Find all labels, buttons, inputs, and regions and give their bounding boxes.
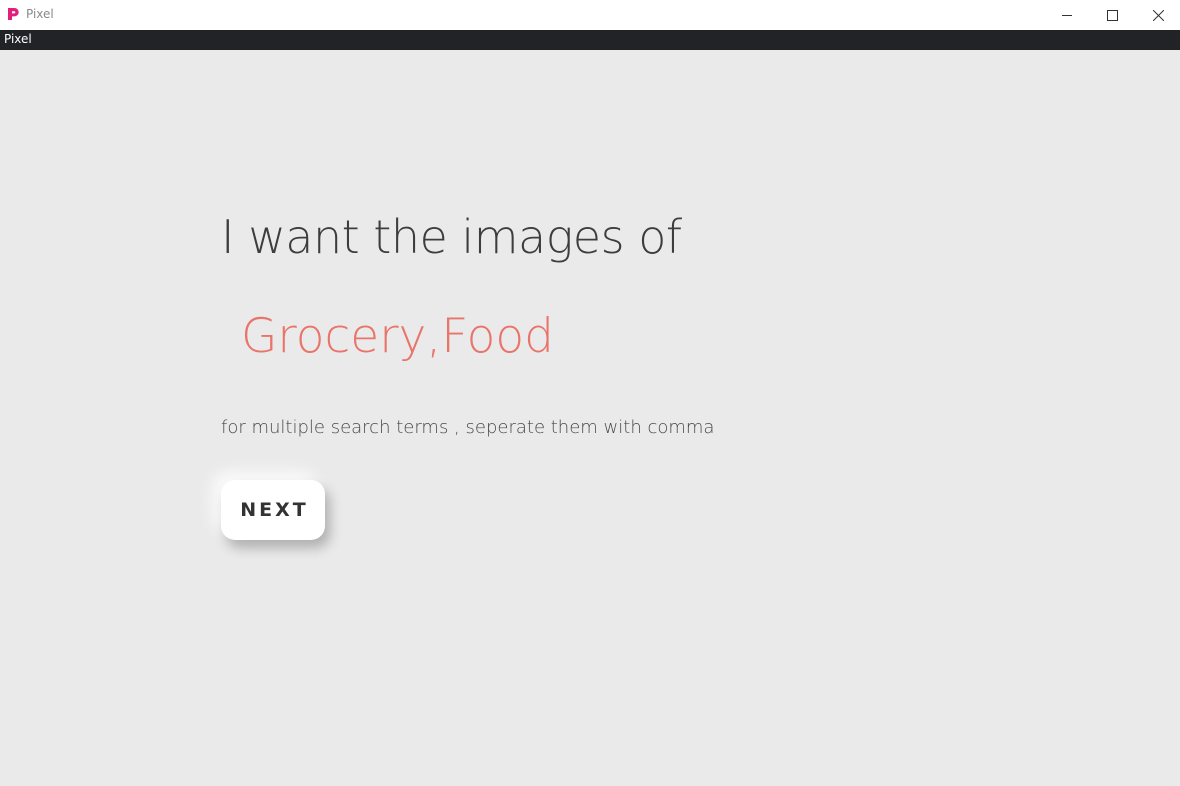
app-menubar: Pixel (0, 30, 1180, 50)
window-title: Pixel (26, 7, 54, 21)
pixel-logo-icon (8, 8, 19, 20)
maximize-icon (1106, 9, 1118, 21)
minimize-icon (1061, 14, 1072, 16)
minimize-button[interactable] (1044, 0, 1090, 30)
maximize-button[interactable] (1089, 0, 1135, 30)
menubar-title: Pixel (4, 32, 32, 46)
title-bar: Pixel (0, 0, 1180, 30)
search-hint: for multiple search terms , seperate the… (221, 417, 715, 438)
close-icon (1152, 9, 1164, 21)
search-terms-input[interactable] (221, 302, 681, 370)
next-button[interactable]: NEXT (221, 480, 325, 540)
close-button[interactable] (1135, 0, 1180, 30)
app-window: Pixel Pixel I want the images of for mul… (0, 0, 1180, 786)
page-heading: I want the images of (221, 210, 682, 264)
